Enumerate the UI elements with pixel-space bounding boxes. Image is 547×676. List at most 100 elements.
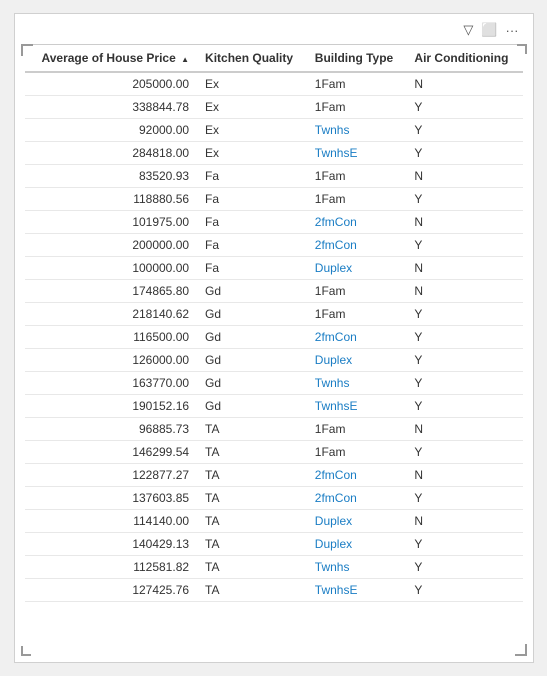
cell-price: 140429.13 — [25, 533, 198, 556]
cell-building: 2fmCon — [307, 487, 407, 510]
cell-ac: Y — [406, 395, 522, 418]
cell-ac: Y — [406, 349, 522, 372]
cell-price: 137603.85 — [25, 487, 198, 510]
table-row: 146299.54TA1FamY — [25, 441, 523, 464]
cell-ac: Y — [406, 441, 522, 464]
col-header-price[interactable]: Average of House Price ▲ — [25, 45, 198, 73]
cell-ac: N — [406, 72, 522, 96]
cell-kitchen: Ex — [197, 72, 307, 96]
corner-br-left — [21, 646, 31, 656]
cell-price: 92000.00 — [25, 119, 198, 142]
cell-kitchen: Gd — [197, 372, 307, 395]
cell-building: 2fmCon — [307, 464, 407, 487]
col-header-ac[interactable]: Air Conditioning — [406, 45, 522, 73]
cell-building: 1Fam — [307, 72, 407, 96]
cell-building: Duplex — [307, 533, 407, 556]
more-icon[interactable]: ··· — [506, 23, 519, 38]
cell-ac: Y — [406, 303, 522, 326]
cell-ac: N — [406, 257, 522, 280]
cell-building: 1Fam — [307, 418, 407, 441]
cell-building: 1Fam — [307, 188, 407, 211]
cell-kitchen: Fa — [197, 257, 307, 280]
cell-kitchen: TA — [197, 579, 307, 602]
cell-kitchen: Fa — [197, 211, 307, 234]
cell-building: 1Fam — [307, 441, 407, 464]
cell-price: 114140.00 — [25, 510, 198, 533]
cell-ac: Y — [406, 119, 522, 142]
cell-kitchen: Gd — [197, 395, 307, 418]
cell-ac: Y — [406, 96, 522, 119]
cell-building: TwnhsE — [307, 142, 407, 165]
cell-ac: Y — [406, 326, 522, 349]
table-row: 200000.00Fa2fmConY — [25, 234, 523, 257]
cell-ac: Y — [406, 234, 522, 257]
cell-price: 200000.00 — [25, 234, 198, 257]
table-wrapper: Average of House Price ▲ Kitchen Quality… — [25, 44, 523, 602]
filter-icon[interactable]: ▽ — [463, 22, 473, 38]
cell-building: 1Fam — [307, 303, 407, 326]
table-row: 114140.00TADuplexN — [25, 510, 523, 533]
cell-kitchen: Gd — [197, 303, 307, 326]
cell-price: 122877.27 — [25, 464, 198, 487]
cell-ac: N — [406, 280, 522, 303]
cell-ac: N — [406, 418, 522, 441]
table-row: 83520.93Fa1FamN — [25, 165, 523, 188]
cell-kitchen: Fa — [197, 234, 307, 257]
cell-price: 174865.80 — [25, 280, 198, 303]
cell-price: 146299.54 — [25, 441, 198, 464]
cell-ac: Y — [406, 556, 522, 579]
table-row: 127425.76TATwnhsEY — [25, 579, 523, 602]
cell-price: 112581.82 — [25, 556, 198, 579]
table-row: 338844.78Ex1FamY — [25, 96, 523, 119]
table-header-row: Average of House Price ▲ Kitchen Quality… — [25, 45, 523, 73]
cell-price: 127425.76 — [25, 579, 198, 602]
cell-kitchen: TA — [197, 464, 307, 487]
cell-ac: Y — [406, 579, 522, 602]
main-container: ▽ ⬜ ··· Average of House Price ▲ Kitchen… — [14, 13, 534, 663]
cell-kitchen: Gd — [197, 349, 307, 372]
cell-kitchen: Ex — [197, 119, 307, 142]
cell-building: Duplex — [307, 510, 407, 533]
cell-ac: N — [406, 510, 522, 533]
cell-price: 190152.16 — [25, 395, 198, 418]
cell-kitchen: TA — [197, 510, 307, 533]
cell-price: 96885.73 — [25, 418, 198, 441]
toolbar: ▽ ⬜ ··· — [25, 22, 523, 38]
cell-price: 126000.00 — [25, 349, 198, 372]
table-row: 118880.56Fa1FamY — [25, 188, 523, 211]
cell-price: 163770.00 — [25, 372, 198, 395]
corner-tr-right — [517, 44, 527, 54]
table-row: 218140.62Gd1FamY — [25, 303, 523, 326]
cell-building: 1Fam — [307, 165, 407, 188]
table-row: 284818.00ExTwnhsEY — [25, 142, 523, 165]
cell-building: 2fmCon — [307, 326, 407, 349]
cell-kitchen: Fa — [197, 188, 307, 211]
cell-kitchen: Ex — [197, 142, 307, 165]
table-row: 205000.00Ex1FamN — [25, 72, 523, 96]
data-table: Average of House Price ▲ Kitchen Quality… — [25, 44, 523, 602]
table-row: 126000.00GdDuplexY — [25, 349, 523, 372]
table-row: 101975.00Fa2fmConN — [25, 211, 523, 234]
cell-building: TwnhsE — [307, 579, 407, 602]
expand-icon[interactable]: ⬜ — [481, 22, 497, 38]
cell-kitchen: TA — [197, 418, 307, 441]
cell-ac: N — [406, 464, 522, 487]
table-row: 122877.27TA2fmConN — [25, 464, 523, 487]
cell-price: 101975.00 — [25, 211, 198, 234]
cell-building: 2fmCon — [307, 234, 407, 257]
cell-price: 83520.93 — [25, 165, 198, 188]
cell-building: Twnhs — [307, 119, 407, 142]
cell-price: 218140.62 — [25, 303, 198, 326]
table-row: 96885.73TA1FamN — [25, 418, 523, 441]
sort-price-icon: ▲ — [181, 55, 189, 64]
col-header-kitchen[interactable]: Kitchen Quality — [197, 45, 307, 73]
cell-price: 100000.00 — [25, 257, 198, 280]
cell-building: Twnhs — [307, 372, 407, 395]
cell-building: 1Fam — [307, 280, 407, 303]
table-row: 137603.85TA2fmConY — [25, 487, 523, 510]
table-row: 163770.00GdTwnhsY — [25, 372, 523, 395]
cell-kitchen: Ex — [197, 96, 307, 119]
cell-ac: Y — [406, 372, 522, 395]
col-header-building[interactable]: Building Type — [307, 45, 407, 73]
cell-kitchen: TA — [197, 487, 307, 510]
